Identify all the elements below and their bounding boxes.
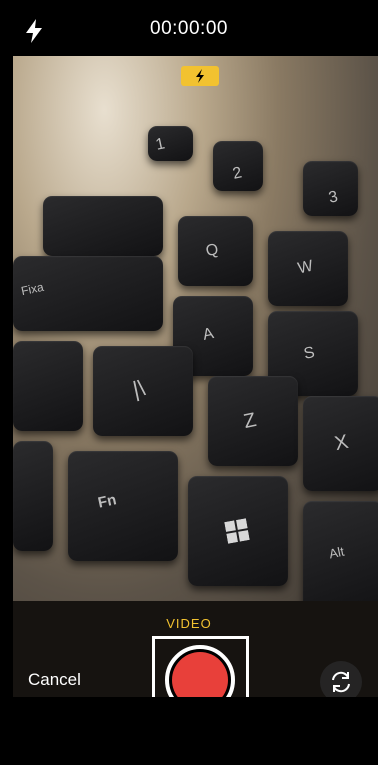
key-label: |\ bbox=[130, 375, 148, 402]
key-label: Fn bbox=[96, 491, 118, 512]
keyboard-key bbox=[188, 476, 288, 586]
keyboard-key bbox=[13, 341, 83, 431]
keyboard-key bbox=[13, 441, 53, 551]
keyboard-key: Q bbox=[178, 216, 253, 286]
keyboard-key: W bbox=[268, 231, 348, 306]
camera-mode-label[interactable]: VIDEO bbox=[0, 616, 378, 631]
key-label: 3 bbox=[327, 188, 340, 207]
windows-key-icon bbox=[224, 518, 250, 544]
keyboard-key: Alt bbox=[303, 501, 378, 601]
top-bar: 00:00:00 bbox=[0, 0, 378, 56]
key-label: Alt bbox=[327, 543, 346, 562]
keyboard-key: |\ bbox=[93, 346, 193, 436]
key-label: 1 bbox=[154, 135, 167, 154]
bottom-safe-area bbox=[0, 697, 378, 765]
key-label: Z bbox=[241, 408, 259, 434]
key-label: X bbox=[332, 430, 351, 456]
keyboard-key: 1 bbox=[148, 126, 193, 161]
key-label: A bbox=[201, 325, 216, 344]
keyboard-key bbox=[43, 196, 163, 256]
camera-viewfinder: 1 2 3 Q W Fixa A S |\ Z X Fn Alt bbox=[13, 56, 378, 601]
flash-icon bbox=[196, 69, 204, 83]
keyboard-key: 2 bbox=[213, 141, 263, 191]
keyboard-key: Fn bbox=[68, 451, 178, 561]
flash-on-indicator bbox=[181, 66, 219, 86]
cancel-button[interactable]: Cancel bbox=[28, 670, 81, 690]
keyboard-key: X bbox=[303, 396, 378, 491]
key-label: Fixa bbox=[19, 279, 45, 299]
keyboard-key: 3 bbox=[303, 161, 358, 216]
key-label: Q bbox=[204, 240, 220, 261]
keyboard-key: Fixa bbox=[13, 256, 163, 331]
key-label: W bbox=[296, 257, 315, 278]
key-label: S bbox=[302, 344, 317, 363]
keyboard-key: Z bbox=[208, 376, 298, 466]
recording-timer: 00:00:00 bbox=[150, 18, 228, 39]
key-label: 2 bbox=[231, 164, 244, 183]
